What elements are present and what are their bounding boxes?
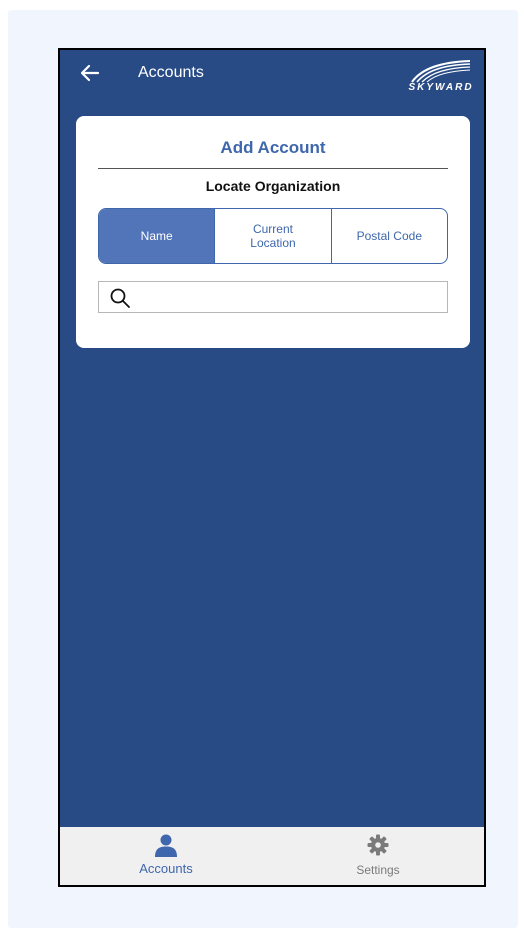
locate-method-selector: Name Current Location Postal Code [98,208,448,264]
search-input[interactable] [139,282,443,314]
segment-name[interactable]: Name [99,209,215,263]
segment-current-location-label-line1: Current [252,222,293,236]
card-title: Add Account [220,138,326,157]
skyward-logo: SKYWARD [408,58,474,94]
tab-settings-label: Settings [356,863,400,877]
card-subtitle: Locate Organization [205,178,341,194]
segment-name-label: Name [140,229,173,243]
segment-current-location[interactable]: Current Location [214,209,330,263]
back-button[interactable] [78,60,104,86]
person-icon [155,834,177,857]
segment-current-location-label-line2: Location [250,236,296,250]
top-bar: Accounts SKYWARD [60,50,484,100]
back-arrow-icon [80,64,100,82]
search-box[interactable] [98,281,448,314]
tab-accounts[interactable]: Accounts [60,827,272,885]
card-divider [98,168,448,169]
logo-text: SKYWARD [408,82,474,93]
tab-accounts-label: Accounts [139,861,193,876]
bottom-tab-bar: Accounts Settings [60,827,484,885]
page-title: Accounts [138,64,204,81]
segment-postal-code-label: Postal Code [356,229,422,243]
segment-postal-code[interactable]: Postal Code [330,209,447,263]
gear-icon [367,834,389,856]
add-account-card: Add Account Locate Organization Name Cur… [76,116,470,348]
logo-swoosh-icon [411,60,471,83]
search-icon [110,288,130,308]
app-window: Accounts SKYWARD Add Account Locate Orga… [58,48,486,887]
tab-settings[interactable]: Settings [272,827,484,885]
